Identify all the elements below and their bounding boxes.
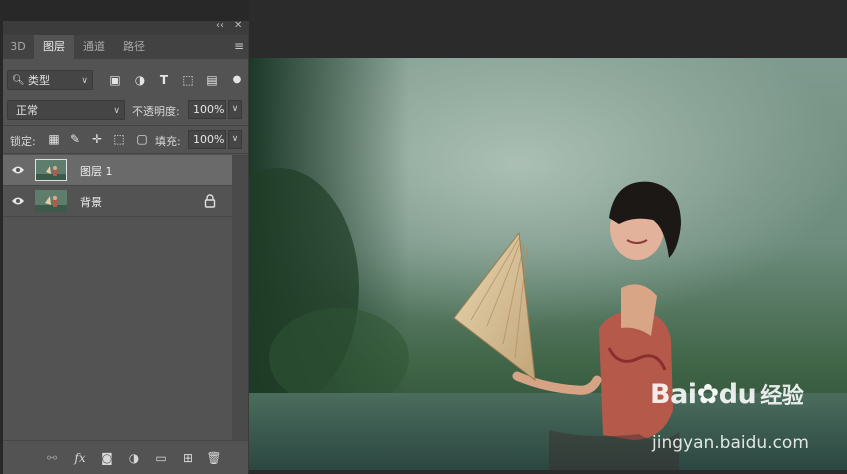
lock-label: 锁定: <box>10 135 36 148</box>
blend-mode-select[interactable]: 正常 ∨ <box>7 100 125 120</box>
visibility-eye-icon[interactable] <box>11 194 25 208</box>
collapse-icon[interactable]: ‹‹ <box>216 20 224 31</box>
lock-all-icon[interactable]: ▢ <box>134 131 150 147</box>
fx-icon[interactable]: fx <box>72 450 88 466</box>
panel-menu-icon[interactable]: ≡ <box>234 39 244 53</box>
paw-icon: ✿ <box>696 379 720 410</box>
link-layers-icon[interactable]: ⚯ <box>44 450 60 466</box>
panel-tabs: 3D 图层 通道 路径 ≡ <box>3 35 248 59</box>
shape-filter-icon[interactable]: ⬚ <box>180 72 196 88</box>
lock-icon[interactable] <box>204 194 216 208</box>
chevron-down-icon: ∨ <box>113 106 120 116</box>
tab-layers[interactable]: 图层 <box>34 35 74 59</box>
layers-bottom-toolbar: ⚯ fx ◙ ◑ ▭ ⊞ 🗑︎ <box>3 440 248 474</box>
layers-panel: ‹‹ ✕ 3D 图层 通道 路径 ≡ 🔍︎ 类型 ∨ ▣ ◑ T ⬚ ▤ ● 正… <box>3 20 249 474</box>
pixel-filter-icon[interactable]: ▣ <box>107 72 123 88</box>
layer-thumbnail[interactable] <box>35 190 67 212</box>
layer-name[interactable]: 背景 <box>80 194 102 210</box>
lock-transparent-pixels-icon[interactable]: ▦ <box>46 131 62 147</box>
panel-titlebar[interactable]: ‹‹ ✕ <box>3 20 248 35</box>
baidu-jingyan-watermark: Bai✿du 经验 jingyan.baidu.com <box>648 378 838 458</box>
watermark-brand: Bai✿du 经验 <box>650 379 804 410</box>
tab-3d[interactable]: 3D <box>3 35 33 59</box>
lock-position-icon[interactable]: ✛ <box>89 131 105 147</box>
type-filter-icon[interactable]: T <box>156 72 172 88</box>
fill-label: 填充: <box>155 135 181 148</box>
layers-scrollbar[interactable] <box>232 155 248 440</box>
layer-name[interactable]: 图层 1 <box>80 163 113 179</box>
adjustment-filter-icon[interactable]: ◑ <box>132 72 148 88</box>
trash-icon[interactable]: 🗑︎ <box>206 450 222 466</box>
new-adjustment-layer-icon[interactable]: ◑ <box>126 450 142 466</box>
lock-artboard-icon[interactable]: ⬚ <box>111 131 127 147</box>
layer-thumbnail[interactable] <box>35 159 67 181</box>
new-layer-icon[interactable]: ⊞ <box>180 450 196 466</box>
filter-row: 🔍︎ 类型 ∨ ▣ ◑ T ⬚ ▤ ● <box>3 70 248 94</box>
new-group-icon[interactable]: ▭ <box>153 450 169 466</box>
opacity-label: 不透明度: <box>132 105 180 118</box>
add-mask-icon[interactable]: ◙ <box>99 450 115 466</box>
divider <box>3 153 248 154</box>
filter-toggle-icon[interactable]: ● <box>229 72 245 88</box>
tab-channels[interactable]: 通道 <box>75 35 113 59</box>
layer-row-background[interactable]: 背景 <box>3 186 232 217</box>
visibility-eye-icon[interactable] <box>11 163 25 177</box>
layer-row-layer-1[interactable]: 图层 1 <box>3 155 232 186</box>
divider <box>3 125 248 126</box>
chevron-down-icon: ∨ <box>81 76 88 86</box>
filter-kind-select[interactable]: 🔍︎ 类型 ∨ <box>7 70 93 90</box>
lock-image-pixels-icon[interactable]: ✎ <box>67 131 83 147</box>
fill-slider-toggle[interactable]: ∨ <box>228 130 242 149</box>
opacity-input[interactable]: 100% <box>188 100 226 119</box>
fill-input[interactable]: 100% <box>188 130 226 149</box>
smart-object-filter-icon[interactable]: ▤ <box>204 72 220 88</box>
opacity-slider-toggle[interactable]: ∨ <box>228 100 242 119</box>
tab-paths[interactable]: 路径 <box>115 35 153 59</box>
layers-list: 图层 1 背景 <box>3 155 232 440</box>
search-icon: 🔍︎ <box>12 75 25 86</box>
close-icon[interactable]: ✕ <box>234 20 242 31</box>
watermark-url: jingyan.baidu.com <box>652 433 809 453</box>
